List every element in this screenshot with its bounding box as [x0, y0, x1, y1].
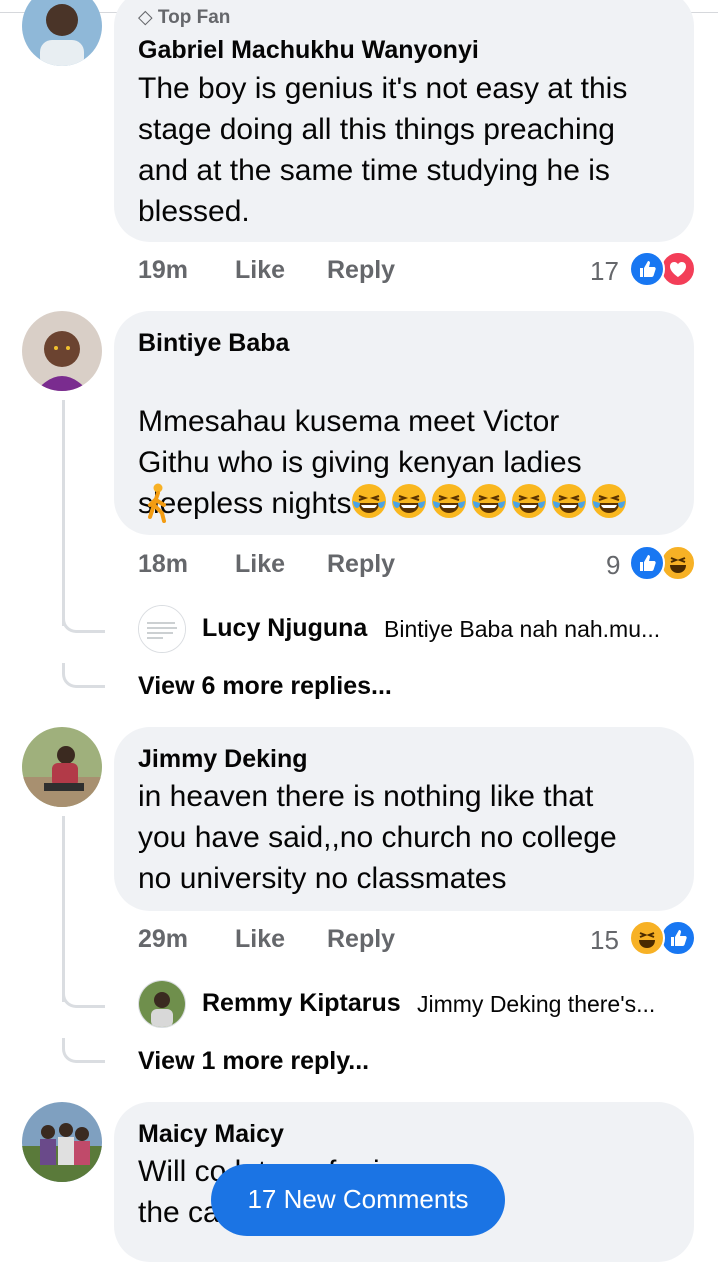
comment-time[interactable]: 29m	[138, 925, 188, 954]
comment-time[interactable]: 18m	[138, 550, 188, 579]
like-icon	[629, 545, 665, 581]
reply-button[interactable]: Reply	[327, 925, 395, 954]
person-walking-emoji	[144, 483, 172, 523]
reaction-count[interactable]: 17	[590, 256, 619, 287]
reply-text: Jimmy Deking there's...	[417, 991, 656, 1017]
new-comments-button[interactable]: 17 New Comments	[211, 1164, 505, 1236]
diamond-icon: ◇	[138, 7, 153, 28]
reply-avatar[interactable]	[138, 980, 186, 1028]
comment-author[interactable]: Maicy Maicy	[138, 1120, 284, 1149]
haha-icon	[629, 920, 665, 956]
thread-line	[62, 816, 65, 1002]
haha-icon	[660, 545, 696, 581]
avatar[interactable]	[22, 727, 102, 807]
tears-of-joy-emoji	[432, 484, 467, 518]
reply-text: Bintiye Baba nah nah.mu...	[384, 616, 661, 642]
tears-of-joy-emoji	[512, 484, 547, 518]
comment-text: The boy is genius it's not easy at this …	[138, 72, 628, 228]
comment-author[interactable]: Jimmy Deking	[138, 745, 308, 774]
avatar[interactable]	[22, 0, 102, 66]
thread-connector	[62, 608, 105, 633]
comment-author[interactable]: Bintiye Baba	[138, 329, 289, 358]
like-button[interactable]: Like	[235, 256, 285, 285]
comment-text: Mmesahau kusema meet Victor Githu who is…	[138, 360, 631, 524]
tears-of-joy-emoji	[472, 484, 507, 518]
comment-bubble[interactable]: ◇ Top Fan Gabriel Machukhu Wanyonyi The …	[114, 0, 694, 242]
comment-time[interactable]: 19m	[138, 256, 188, 285]
thread-line	[62, 400, 65, 626]
thread-connector	[62, 663, 105, 688]
emoji-row	[351, 484, 631, 520]
tears-of-joy-emoji	[392, 484, 427, 518]
tears-of-joy-emoji	[592, 484, 627, 518]
comment-bubble[interactable]: Jimmy Deking in heaven there is nothing …	[114, 727, 694, 911]
reply-author[interactable]: Remmy Kiptarus	[202, 989, 401, 1018]
reply-author[interactable]: Lucy Njuguna	[202, 614, 367, 643]
avatar[interactable]	[22, 311, 102, 391]
tears-of-joy-emoji	[352, 484, 387, 518]
tears-of-joy-emoji	[552, 484, 587, 518]
thread-connector	[62, 1038, 105, 1063]
reply-avatar[interactable]	[138, 605, 186, 653]
comment-text: in heaven there is nothing like that you…	[138, 780, 617, 895]
thread-connector	[62, 983, 105, 1008]
reply-button[interactable]: Reply	[327, 550, 395, 579]
like-button[interactable]: Like	[235, 925, 285, 954]
avatar[interactable]	[22, 1102, 102, 1182]
like-icon	[629, 251, 665, 287]
comment-author[interactable]: Gabriel Machukhu Wanyonyi	[138, 36, 479, 65]
like-button[interactable]: Like	[235, 550, 285, 579]
reaction-count[interactable]: 15	[590, 925, 619, 956]
reaction-count[interactable]: 9	[606, 550, 620, 581]
reply-button[interactable]: Reply	[327, 256, 395, 285]
love-icon	[660, 251, 696, 287]
top-fan-badge: ◇ Top Fan	[138, 7, 231, 28]
comment-bubble[interactable]: Bintiye Baba Mmesahau kusema meet Victor…	[114, 311, 694, 535]
like-icon	[660, 920, 696, 956]
view-more-replies[interactable]: View 6 more replies...	[138, 672, 392, 701]
view-more-replies[interactable]: View 1 more reply...	[138, 1047, 369, 1076]
